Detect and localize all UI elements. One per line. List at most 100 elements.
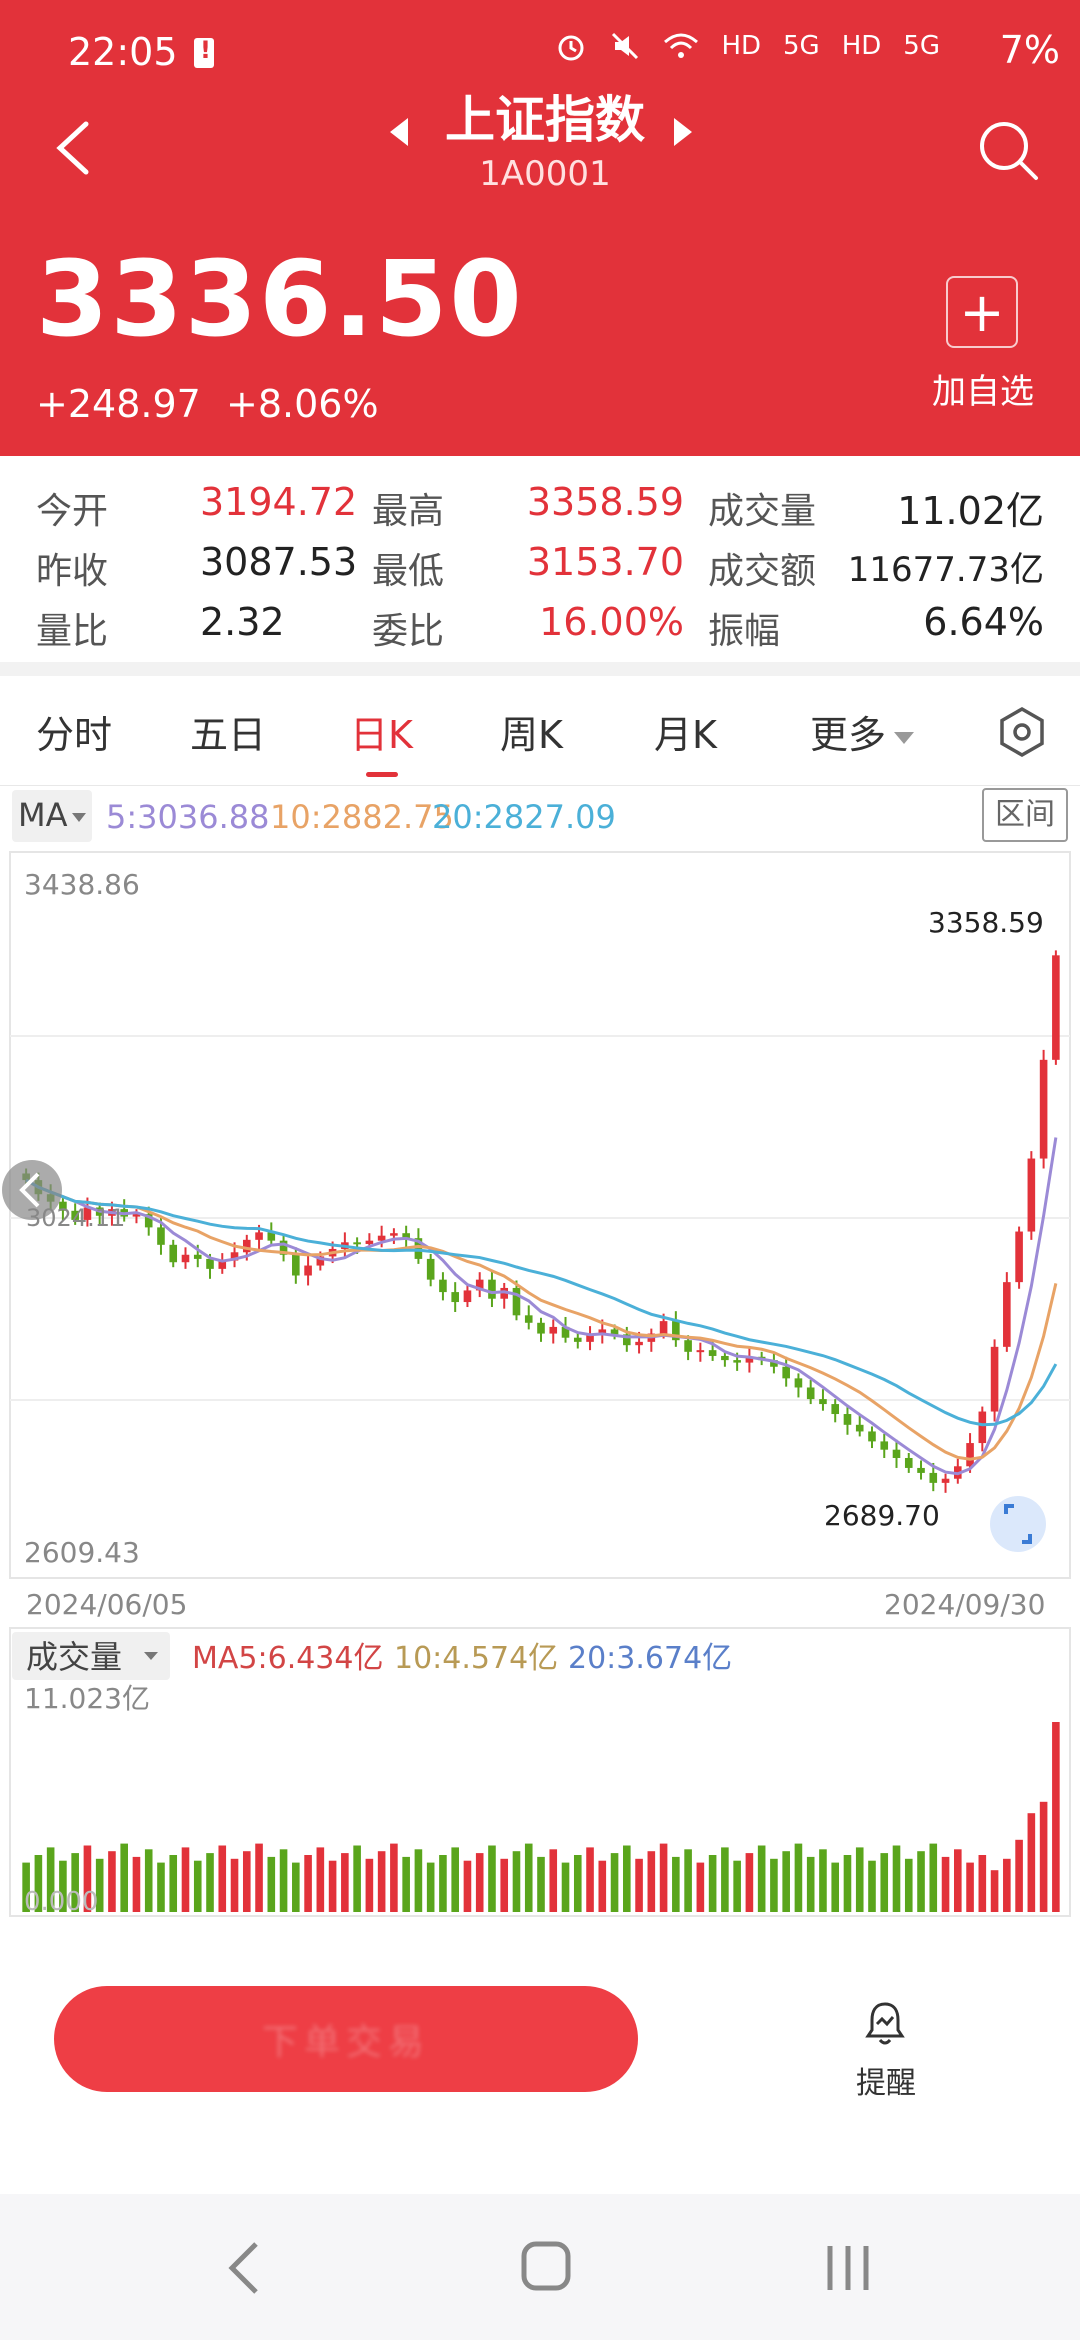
volume-bar <box>353 1845 361 1912</box>
search-icon[interactable] <box>976 118 1040 182</box>
ma-selector[interactable]: MA <box>12 790 92 842</box>
candle-body <box>1003 1282 1011 1347</box>
stat-bid-ratio-value: 16.00% <box>539 600 684 644</box>
price-change: +248.97 <box>36 382 201 426</box>
candle-body <box>426 1258 435 1280</box>
tab-more[interactable]: 更多 <box>810 704 915 759</box>
volume-bar <box>108 1851 116 1912</box>
index-code: 1A0001 <box>479 154 611 194</box>
candle-body <box>463 1290 472 1303</box>
candle-body <box>390 1233 398 1236</box>
stat-low-label: 最低 <box>372 551 445 592</box>
fullscreen-button[interactable] <box>990 1496 1046 1552</box>
volume-bar <box>733 1860 741 1912</box>
volume-bar <box>819 1849 827 1912</box>
candle-body <box>831 1404 840 1415</box>
collapse-handle[interactable] <box>2 1160 62 1220</box>
volume-bar <box>831 1862 840 1912</box>
trade-button[interactable]: 下单交易 <box>54 1986 638 2092</box>
candle-body <box>304 1265 312 1276</box>
volume-bar <box>500 1858 509 1912</box>
volume-bar <box>880 1853 889 1912</box>
volume-bar <box>242 1851 251 1912</box>
candle-body <box>855 1424 864 1432</box>
y-min-label: 2609.43 <box>24 1536 140 1569</box>
candle-body <box>990 1346 999 1412</box>
volume-bar <box>659 1843 668 1912</box>
volume-bar <box>770 1858 778 1912</box>
battery-level: 7% <box>999 28 1060 72</box>
candle-body <box>169 1244 178 1263</box>
volume-bar <box>586 1847 594 1912</box>
tab-monthly-k[interactable]: 月K <box>654 704 717 759</box>
back-arrow-icon[interactable] <box>52 118 92 178</box>
volume-bar <box>341 1853 349 1912</box>
tab-more-label: 更多 <box>810 713 887 757</box>
volume-bar <box>806 1856 815 1912</box>
stat-amount-value: 11677.73亿 <box>847 550 1044 590</box>
nav-back-icon[interactable] <box>226 2240 262 2296</box>
candle-body <box>708 1350 717 1356</box>
volume-bar <box>439 1855 447 1912</box>
volume-bar <box>561 1862 570 1912</box>
next-index-arrow-icon[interactable] <box>674 118 692 146</box>
chevron-down-icon <box>894 731 915 744</box>
volume-bar <box>255 1843 263 1912</box>
volume-bar <box>635 1858 643 1912</box>
alarm-icon <box>558 35 584 61</box>
volume-bar <box>953 1849 962 1912</box>
stat-volume-label: 成交量 <box>708 491 817 532</box>
volume-bar <box>463 1860 472 1912</box>
stat-volume-ratio-label: 量比 <box>36 611 109 652</box>
section-divider <box>0 662 1080 676</box>
remind-label[interactable]: 提醒 <box>856 2058 916 2102</box>
tab-intraday[interactable]: 分时 <box>36 704 112 759</box>
range-button[interactable]: 区间 <box>982 788 1068 842</box>
volume-bar <box>279 1849 288 1912</box>
ma10-value: 10:2882.75 <box>270 798 454 836</box>
settings-hexagon-icon[interactable] <box>996 706 1048 758</box>
current-price: 3336.50 <box>36 238 524 360</box>
candle-body <box>917 1467 925 1473</box>
bell-icon[interactable] <box>860 1998 910 2048</box>
candle-body <box>573 1337 582 1342</box>
ma-indicator-row: MA 5:3036.88 10:2882.75 20:2827.09 区间 <box>0 786 1080 850</box>
stat-prev-close-value: 3087.53 <box>200 540 358 584</box>
candle-body <box>733 1360 741 1363</box>
stat-high-label: 最高 <box>372 491 445 532</box>
volume-bar <box>230 1858 239 1912</box>
candle-body <box>353 1242 361 1245</box>
volume-bar <box>377 1851 386 1912</box>
tab-daily-k[interactable]: 日K <box>350 704 413 759</box>
tab-weekly-k[interactable]: 周K <box>500 704 563 759</box>
nav-recents-icon[interactable] <box>820 2240 876 2296</box>
volume-bar <box>610 1853 619 1912</box>
volume-bar <box>1015 1839 1023 1912</box>
volume-bar <box>451 1847 459 1912</box>
add-watchlist-label[interactable]: 加自选 <box>932 364 1034 413</box>
candle-body <box>377 1235 386 1241</box>
candle-body <box>157 1227 165 1245</box>
volume-ma5: MA5:6.434亿 <box>192 1641 383 1676</box>
volume-bar <box>475 1853 484 1912</box>
volume-bar <box>267 1856 276 1912</box>
plus-icon: + <box>959 280 1005 344</box>
volume-bar <box>512 1851 521 1912</box>
ma5-value: 5:3036.88 <box>106 798 270 836</box>
kline-chart[interactable]: 3438.86 2609.43 3358.59 2689.70 3024.11 … <box>0 850 1080 1930</box>
add-watchlist-button[interactable]: + <box>946 276 1018 348</box>
tab-five-day[interactable]: 五日 <box>190 704 266 759</box>
trade-button-label: 下单交易 <box>261 2022 430 2063</box>
candle-body <box>206 1258 214 1269</box>
candle-body <box>1027 1158 1036 1232</box>
chevron-down-icon <box>71 812 86 822</box>
volume-bar <box>218 1845 227 1912</box>
stat-volume-ratio-value: 2.32 <box>200 600 285 644</box>
volume-bar <box>524 1843 533 1912</box>
volume-bar <box>169 1855 178 1912</box>
app-root: 22:05 HD 5G HD 5G 7% 上证指数 1A0001 3336.50… <box>0 0 1080 2340</box>
volume-bar <box>647 1851 656 1912</box>
nav-home-icon[interactable] <box>520 2240 572 2292</box>
volume-ma10: 10:4.574亿 <box>394 1641 558 1676</box>
ma20-value: 20:2827.09 <box>432 798 616 836</box>
